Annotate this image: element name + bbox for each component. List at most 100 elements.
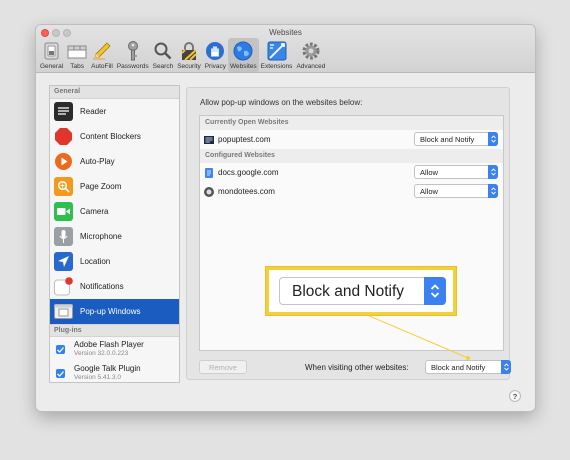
sidebar-item-label: Notifications xyxy=(80,282,124,291)
sidebar-item-microphone[interactable]: Microphone xyxy=(50,224,179,249)
websites-list: Currently Open Websites popuptest.com Bl… xyxy=(199,115,504,351)
globe-icon xyxy=(233,41,253,61)
microphone-icon xyxy=(54,227,73,246)
sidebar-item-page-zoom[interactable]: Page Zoom xyxy=(50,174,179,199)
website-row[interactable]: popuptest.com Block and Notify xyxy=(200,130,503,149)
panel-heading: Allow pop-up windows on the websites bel… xyxy=(200,98,363,107)
tab-extensions[interactable]: Extensions xyxy=(259,38,295,72)
sidebar-item-content-blockers[interactable]: Content Blockers xyxy=(50,124,179,149)
sidebar-item-notifications[interactable]: Notifications xyxy=(50,274,179,299)
section-configured: Configured Websites xyxy=(200,149,503,163)
preferences-window: Websites General Tabs AutoFill Passwords… xyxy=(36,25,535,411)
section-currently-open: Currently Open Websites xyxy=(200,116,503,130)
sidebar-item-reader[interactable]: Reader xyxy=(50,99,179,124)
website-setting-select[interactable]: Allow xyxy=(414,184,498,198)
other-websites-label: When visiting other websites: xyxy=(305,363,409,372)
tab-privacy[interactable]: Privacy xyxy=(203,38,228,72)
other-websites-select[interactable]: Block and Notify xyxy=(425,360,511,374)
sidebar-item-label: Camera xyxy=(80,207,109,216)
tab-label: Websites xyxy=(230,63,257,70)
sidebar-item-camera[interactable]: Camera xyxy=(50,199,179,224)
website-setting-select[interactable]: Allow xyxy=(414,165,498,179)
sidebar-item-label: Microphone xyxy=(80,232,122,241)
tab-label: Extensions xyxy=(260,63,293,70)
sidebar-section-general: General xyxy=(50,86,179,99)
zoomed-select-value: Block and Notify xyxy=(292,283,404,300)
tab-label: Advanced xyxy=(296,63,326,70)
plugin-item: Adobe Flash Player Version 32.0.0.223 xyxy=(50,337,179,361)
key-icon xyxy=(123,41,143,61)
remove-button[interactable]: Remove xyxy=(199,360,247,374)
plugin-checkbox[interactable] xyxy=(56,345,65,354)
plugin-name: Google Talk Plugin xyxy=(74,364,141,373)
sidebar-item-label: Content Blockers xyxy=(80,132,141,141)
select-value: Block and Notify xyxy=(431,363,486,372)
chevron-updown-icon xyxy=(488,184,498,198)
sidebar-item-label: Location xyxy=(80,257,111,266)
sidebar-item-auto-play[interactable]: Auto-Play xyxy=(50,149,179,174)
play-icon xyxy=(54,152,73,171)
popup-window-icon xyxy=(54,302,73,321)
padlock-icon xyxy=(179,41,199,61)
sidebar-item-pop-up-windows[interactable]: Pop-up Windows xyxy=(50,299,179,324)
chevron-updown-icon xyxy=(501,360,511,374)
magnifier-icon xyxy=(153,41,173,61)
tab-advanced[interactable]: Advanced xyxy=(294,38,327,72)
select-value: Allow xyxy=(420,168,438,177)
plugin-name: Adobe Flash Player xyxy=(74,340,144,349)
tab-passwords[interactable]: Passwords xyxy=(115,38,151,72)
tab-websites[interactable]: Websites xyxy=(228,38,259,72)
sidebar: General Reader Content Blockers Auto-Pla… xyxy=(49,85,180,383)
plugin-text: Adobe Flash Player Version 32.0.0.223 xyxy=(74,340,144,358)
zoom-icon xyxy=(54,177,73,196)
tab-label: AutoFill xyxy=(91,63,113,70)
notifications-icon xyxy=(54,277,73,296)
tab-label: Privacy xyxy=(204,63,227,70)
tab-label: General xyxy=(40,63,64,70)
website-row[interactable]: docs.google.com Allow xyxy=(200,163,503,182)
tabs-icon xyxy=(67,41,87,61)
window-title: Websites xyxy=(269,28,302,37)
select-value: Allow xyxy=(420,187,438,196)
tab-search[interactable]: Search xyxy=(151,38,176,72)
plugin-checkbox[interactable] xyxy=(56,369,65,378)
chevron-updown-icon xyxy=(424,277,446,305)
plugin-text: Google Talk Plugin Version 5.41.3.0 xyxy=(74,364,141,382)
tab-label: Tabs xyxy=(70,63,84,70)
settings-panel: Allow pop-up windows on the websites bel… xyxy=(186,87,511,380)
switch-icon xyxy=(42,41,62,61)
zoomed-block-and-notify-select: Block and Notify xyxy=(279,277,446,305)
tab-label: Passwords xyxy=(116,63,149,70)
gear-icon xyxy=(301,41,321,61)
pencil-icon xyxy=(92,41,112,61)
sidebar-item-location[interactable]: Location xyxy=(50,249,179,274)
website-name: mondotees.com xyxy=(218,187,275,196)
website-setting-select[interactable]: Block and Notify xyxy=(414,132,498,146)
sidebar-section-plugins: Plug-ins xyxy=(50,324,179,337)
plugin-version: Version 32.0.0.223 xyxy=(74,350,129,357)
hand-icon xyxy=(205,41,225,61)
tab-security[interactable]: Security xyxy=(175,38,202,72)
reader-icon xyxy=(54,102,73,121)
tab-general[interactable]: General xyxy=(38,38,65,72)
plugin-version: Version 5.41.3.0 xyxy=(74,374,121,381)
chevron-updown-icon xyxy=(488,132,498,146)
preferences-toolbar: General Tabs AutoFill Passwords Search S… xyxy=(38,38,327,72)
website-row[interactable]: mondotees.com Allow xyxy=(200,182,503,201)
plugin-item: Google Talk Plugin Version 5.41.3.0 xyxy=(50,361,179,382)
sidebar-item-label: Reader xyxy=(80,107,107,116)
tab-label: Search xyxy=(152,63,174,70)
chevron-updown-icon xyxy=(488,165,498,179)
puzzle-icon xyxy=(267,41,287,61)
favicon-icon xyxy=(204,135,214,145)
tab-tabs[interactable]: Tabs xyxy=(65,38,89,72)
help-button[interactable]: ? xyxy=(509,390,521,402)
camera-icon xyxy=(54,202,73,221)
location-arrow-icon xyxy=(54,252,73,271)
sidebar-item-label: Page Zoom xyxy=(80,182,122,191)
select-value: Block and Notify xyxy=(420,135,475,144)
website-name: popuptest.com xyxy=(218,135,271,144)
tab-autofill[interactable]: AutoFill xyxy=(89,38,115,72)
titlebar: Websites General Tabs AutoFill Passwords… xyxy=(36,25,535,73)
tab-label: Security xyxy=(177,63,201,70)
